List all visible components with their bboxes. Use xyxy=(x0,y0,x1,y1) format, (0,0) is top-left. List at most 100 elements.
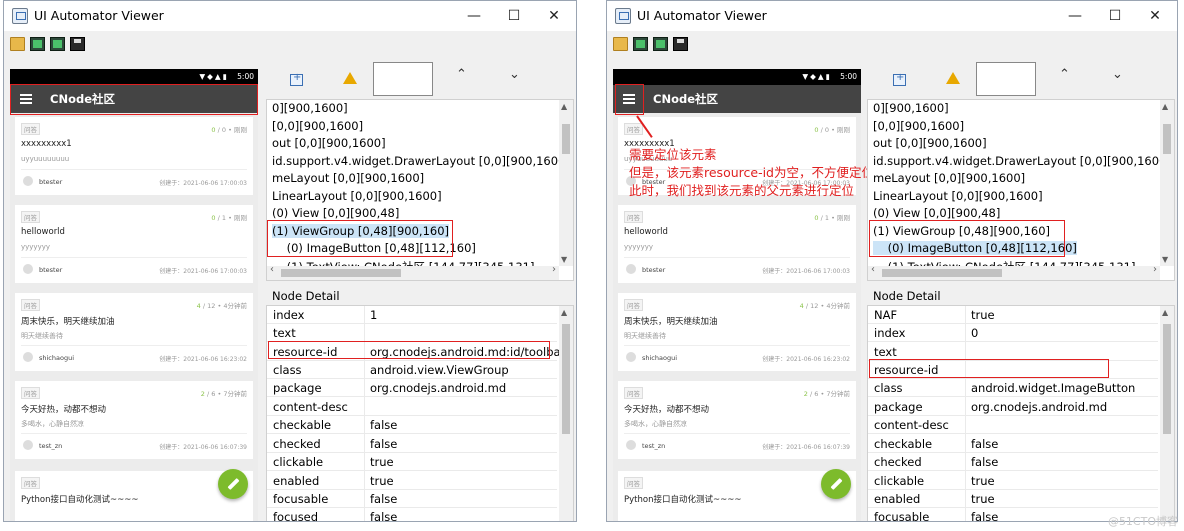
tree-node[interactable]: (0) View [0,0][900,48] xyxy=(873,206,1000,220)
close-button[interactable]: ✕ xyxy=(534,1,574,31)
expand-all-icon[interactable] xyxy=(290,72,303,86)
list-item[interactable]: 问答 0 / 0 • 刚刚 xxxxxxxxx1 uyyuuuuuuuu bte… xyxy=(15,117,253,195)
new-topic-fab[interactable] xyxy=(218,469,248,499)
status-time: 5:00 xyxy=(840,72,857,81)
app-toolbar[interactable]: CNode社区 xyxy=(10,85,258,113)
tree-node[interactable]: 0][900,1600] xyxy=(272,101,348,115)
topic-title: helloworld xyxy=(21,227,65,237)
table-row[interactable]: index 0 xyxy=(868,324,1158,342)
tree-node[interactable]: out [0,0][900,1600] xyxy=(272,136,386,150)
expand-all-icon[interactable] xyxy=(893,72,906,86)
table-row[interactable]: checkable false xyxy=(868,435,1158,453)
horizontal-scrollbar[interactable]: ‹ › xyxy=(868,264,1160,280)
table-row[interactable]: index 1 xyxy=(267,306,557,324)
tree-node[interactable]: [0,0][900,1600] xyxy=(272,119,363,133)
topic-title: 周末快乐，明天继续加油 xyxy=(624,317,718,327)
list-item[interactable]: 问答 4 / 12 • 4分钟前 周末快乐，明天继续加油 明天继续善待 shic… xyxy=(618,293,856,371)
table-row[interactable]: content-desc xyxy=(267,398,557,416)
tree-node[interactable]: (0) View [0,0][900,48] xyxy=(272,206,399,220)
chevron-up-icon[interactable]: ⌃ xyxy=(456,67,467,82)
topic-created: 创建于：2021-06-06 17:00:03 xyxy=(159,268,247,275)
tree-node[interactable]: LinearLayout [0,0][900,1600] xyxy=(272,189,442,203)
node-detail-title: Node Detail xyxy=(272,289,340,303)
tree-node-selected[interactable]: (1) ViewGroup [0,48][900,160] xyxy=(272,224,450,238)
table-row[interactable]: enabled true xyxy=(267,472,557,490)
list-item[interactable]: 问答 2 / 6 • 7分钟前 今天好热，动都不想动 多喝水，心静自然凉 tes… xyxy=(15,381,253,459)
table-row[interactable]: text xyxy=(267,324,557,342)
search-box[interactable] xyxy=(373,62,433,96)
table-row[interactable]: enabled true xyxy=(868,490,1158,508)
warning-icon[interactable] xyxy=(343,72,357,84)
table-row[interactable]: NAF true xyxy=(868,306,1158,324)
list-item[interactable]: 问答 2 / 2 Python接口自动化测试~~~~ xyxy=(15,471,253,521)
device-screenshot-icon[interactable] xyxy=(633,37,648,51)
table-row[interactable]: package org.cnodejs.android.md xyxy=(868,398,1158,416)
chevron-down-icon[interactable]: ⌄ xyxy=(1112,67,1123,82)
vertical-scrollbar[interactable]: ▲ xyxy=(559,306,573,521)
hierarchy-tree[interactable]: 0][900,1600] [0,0][900,1600] out [0,0][9… xyxy=(867,99,1175,281)
chevron-up-icon[interactable]: ⌃ xyxy=(1059,67,1070,82)
list-item[interactable]: 问答 4 / 12 • 4分钟前 周末快乐，明天继续加油 明天继续善待 shic… xyxy=(15,293,253,371)
app-toolbar[interactable]: CNode社区 xyxy=(613,85,861,113)
vertical-scrollbar[interactable]: ▲ xyxy=(1160,306,1174,521)
maximize-button[interactable]: ☐ xyxy=(494,1,534,31)
tree-node[interactable]: (1) ViewGroup [0,48][900,160] xyxy=(873,224,1050,238)
table-row[interactable]: text xyxy=(868,343,1158,361)
hierarchy-tree[interactable]: 0][900,1600] [0,0][900,1600] out [0,0][9… xyxy=(266,99,574,281)
warning-icon[interactable] xyxy=(946,72,960,84)
list-item[interactable]: 问答 0 / 1 • 刚刚 helloworld yyyyyyy btester… xyxy=(618,205,856,283)
horizontal-scrollbar[interactable]: ‹ › xyxy=(267,264,559,280)
topic-meta: 4 / 12 • 4分钟前 xyxy=(196,302,247,310)
search-box[interactable] xyxy=(976,62,1036,96)
table-row[interactable]: package org.cnodejs.android.md xyxy=(267,379,557,397)
table-row[interactable]: focused false xyxy=(267,508,557,521)
table-row[interactable]: clickable true xyxy=(267,453,557,471)
table-row[interactable]: checked false xyxy=(267,435,557,453)
table-row[interactable]: focusable false xyxy=(267,490,557,508)
tree-node[interactable]: meLayout [0,0][900,1600] xyxy=(873,171,1025,185)
minimize-button[interactable]: — xyxy=(454,1,494,31)
save-icon[interactable] xyxy=(70,37,85,51)
vertical-scrollbar[interactable]: ▲ ▼ xyxy=(1160,100,1174,266)
vertical-scrollbar[interactable]: ▲ ▼ xyxy=(559,100,573,266)
list-item[interactable]: 问答 2 / 2 Python接口自动化测试~~~~ xyxy=(618,471,856,521)
table-row[interactable]: resource-id org.cnodejs.android.md:id/too… xyxy=(267,343,565,361)
chevron-down-icon[interactable]: ⌄ xyxy=(509,67,520,82)
tree-node[interactable]: id.support.v4.widget.DrawerLayout [0,0][… xyxy=(272,154,570,168)
open-folder-icon[interactable] xyxy=(613,37,628,51)
tree-node[interactable]: (0) ImageButton [0,48][112,160] xyxy=(272,241,476,255)
tree-node[interactable]: LinearLayout [0,0][900,1600] xyxy=(873,189,1043,203)
hamburger-menu-icon[interactable] xyxy=(623,94,635,104)
table-row[interactable]: checkable false xyxy=(267,416,557,434)
appbar-title: CNode社区 xyxy=(653,92,718,106)
table-row[interactable]: class android.view.ViewGroup xyxy=(267,361,557,379)
table-row[interactable]: clickable true xyxy=(868,472,1158,490)
status-icons: ▼◆▲▮ xyxy=(199,72,229,81)
device-screenshot-icon[interactable] xyxy=(30,37,45,51)
device-screenshot[interactable]: ▼◆▲▮ 5:00 CNode社区 问答 0 / 0 • 刚刚 xxxxxxxx… xyxy=(10,69,258,521)
edit-icon xyxy=(227,477,240,491)
tree-node[interactable]: id.support.v4.widget.DrawerLayout [0,0][… xyxy=(873,154,1171,168)
table-row[interactable]: class android.widget.ImageButton xyxy=(868,379,1158,397)
device-screenshot-compressed-icon[interactable] xyxy=(653,37,668,51)
table-row[interactable]: content-desc xyxy=(868,416,1158,434)
divider xyxy=(624,345,850,346)
device-screenshot-compressed-icon[interactable] xyxy=(50,37,65,51)
minimize-button[interactable]: — xyxy=(1055,1,1095,31)
tree-node[interactable]: 0][900,1600] xyxy=(873,101,949,115)
new-topic-fab[interactable] xyxy=(821,469,851,499)
list-item[interactable]: 问答 0 / 1 • 刚刚 helloworld yyyyyyy btester… xyxy=(15,205,253,283)
topic-tag: 问答 xyxy=(21,299,40,311)
hamburger-menu-icon[interactable] xyxy=(20,94,32,104)
tree-node[interactable]: out [0,0][900,1600] xyxy=(873,136,987,150)
table-row[interactable]: resource-id xyxy=(868,361,1158,379)
tree-node[interactable]: meLayout [0,0][900,1600] xyxy=(272,171,424,185)
maximize-button[interactable]: ☐ xyxy=(1095,1,1135,31)
open-folder-icon[interactable] xyxy=(10,37,25,51)
tree-node[interactable]: [0,0][900,1600] xyxy=(873,119,964,133)
close-button[interactable]: ✕ xyxy=(1135,1,1175,31)
list-item[interactable]: 问答 2 / 6 • 7分钟前 今天好热，动都不想动 多喝水，心静自然凉 tes… xyxy=(618,381,856,459)
save-icon[interactable] xyxy=(673,37,688,51)
tree-node-selected[interactable]: (0) ImageButton [0,48][112,160] xyxy=(873,241,1077,255)
table-row[interactable]: checked false xyxy=(868,453,1158,471)
